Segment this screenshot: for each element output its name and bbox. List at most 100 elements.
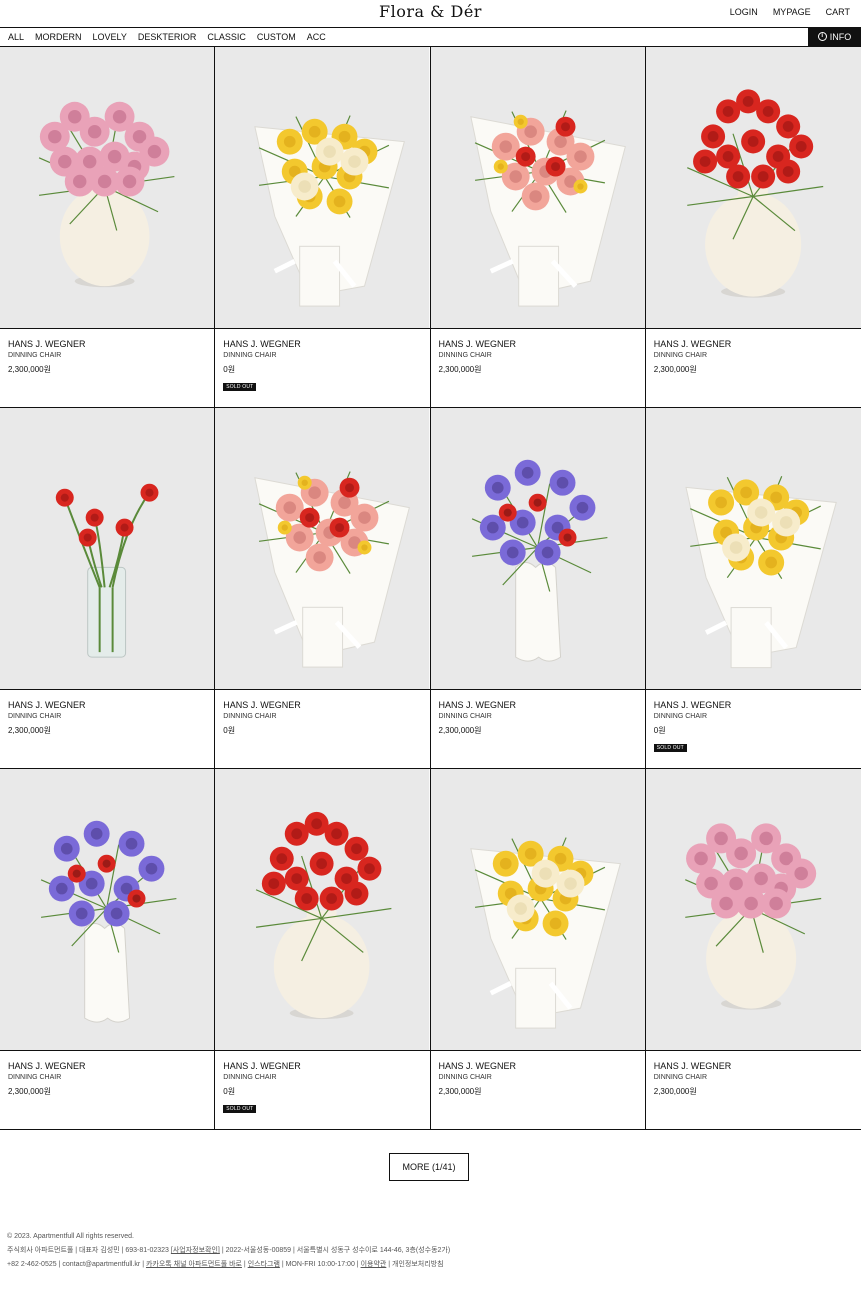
nav-item-deskterior[interactable]: DESKTERIOR (138, 32, 197, 42)
product-price: 2,300,000원 (653, 1087, 697, 1096)
footer-company-text: 주식회사 아파트먼트풀 | 대표자 김성민 | 693-81-02323 (7, 1247, 171, 1254)
product-price: 2,300,000원 (8, 1087, 51, 1096)
product-card[interactable]: HANS J. WEGNER DINNING CHAIR 2,300,000원 (0, 769, 216, 1130)
product-price: 0원 (223, 1087, 236, 1096)
product-info: HANS J. WEGNER DINNING CHAIR 0원 SOLD OUT (223, 1061, 301, 1115)
product-photo[interactable] (645, 408, 861, 690)
more-button[interactable]: MORE (1/41) (389, 1153, 469, 1181)
product-info: HANS J. WEGNER DINNING CHAIR 0원 SOLD OUT (223, 339, 301, 393)
product-image (0, 769, 215, 1050)
product-subtitle: DINNING CHAIR (223, 352, 277, 359)
product-card[interactable]: HANS J. WEGNER DINNING CHAIR 2,300,000원 (645, 47, 861, 408)
product-photo[interactable] (430, 408, 645, 690)
info-icon: i (817, 32, 827, 41)
cart-link[interactable]: CART (826, 7, 850, 17)
product-info: HANS J. WEGNER DINNING CHAIR 2,300,000원 (8, 700, 86, 736)
product-name[interactable]: HANS J. WEGNER (654, 700, 732, 710)
login-link[interactable]: LOGIN (730, 7, 758, 17)
product-photo[interactable] (645, 47, 861, 329)
product-card[interactable]: HANS J. WEGNER DINNING CHAIR 2,300,000원 (0, 408, 216, 769)
product-card[interactable]: HANS J. WEGNER DINNING CHAIR 2,300,000원 (430, 408, 646, 769)
product-info: HANS J. WEGNER DINNING CHAIR 2,300,000원 (439, 700, 517, 736)
nav-item-acc[interactable]: ACC (307, 32, 326, 42)
product-subtitle: DINNING CHAIR (438, 352, 492, 359)
terms-link[interactable]: 이용약관 (361, 1261, 387, 1268)
product-card[interactable]: HANS J. WEGNER DINNING CHAIR 2,300,000원 (645, 769, 861, 1130)
product-card[interactable]: HANS J. WEGNER DINNING CHAIR 0원 SOLD OUT (215, 47, 431, 408)
info-button-label: INFO (829, 31, 852, 42)
product-image (0, 47, 215, 328)
sold-out-badge: SOLD OUT (653, 744, 687, 752)
nav-item-mordern[interactable]: MORDERN (35, 32, 82, 42)
product-grid: HANS J. WEGNER DINNING CHAIR 2,300,000원 HAN… (0, 47, 861, 1130)
product-photo[interactable] (0, 47, 215, 329)
nav-item-classic[interactable]: CLASSIC (207, 32, 246, 42)
product-photo[interactable] (430, 47, 645, 329)
product-image (645, 47, 861, 328)
product-name[interactable]: HANS J. WEGNER (654, 1061, 732, 1071)
business-info-link[interactable]: [사업자정보확인] (171, 1247, 220, 1254)
product-name[interactable]: HANS J. WEGNER (8, 700, 86, 710)
product-price: 2,300,000원 (438, 1087, 482, 1096)
nav-item-custom[interactable]: CUSTOM (257, 32, 296, 42)
product-photo[interactable] (215, 47, 430, 329)
kakao-channel-link[interactable]: 카카오톡 채널 아파트먼트풀 바로 (146, 1261, 242, 1268)
product-photo[interactable] (0, 408, 215, 690)
product-photo[interactable] (645, 769, 861, 1051)
product-card[interactable]: HANS J. WEGNER DINNING CHAIR 2,300,000원 (0, 47, 216, 408)
product-photo[interactable] (430, 769, 645, 1051)
product-price: 2,300,000원 (438, 726, 482, 735)
footer-company-info: 주식회사 아파트먼트풀 | 대표자 김성민 | 693-81-02323 [사업… (7, 1244, 450, 1258)
product-image (215, 408, 430, 689)
product-name[interactable]: HANS J. WEGNER (439, 1061, 517, 1071)
product-card[interactable]: HANS J. WEGNER DINNING CHAIR 2,300,000원 (430, 47, 646, 408)
product-name[interactable]: HANS J. WEGNER (8, 1061, 86, 1071)
footer-contact-text: +82 2-462-0525 | contact@apartmentfull.k… (7, 1261, 146, 1268)
account-links: LOGIN MYPAGE CART (730, 7, 850, 17)
product-image (0, 408, 215, 689)
product-info: HANS J. WEGNER DINNING CHAIR 2,300,000원 (8, 1061, 86, 1097)
product-name[interactable]: HANS J. WEGNER (654, 339, 732, 349)
product-image (645, 408, 861, 689)
footer-copyright: © 2023. Apartmentfull All rights reserve… (7, 1233, 134, 1240)
product-info: HANS J. WEGNER DINNING CHAIR 2,300,000원 (654, 1061, 732, 1097)
product-image (645, 769, 861, 1050)
product-subtitle: DINNING CHAIR (653, 713, 708, 720)
sold-out-badge: SOLD OUT (223, 383, 257, 391)
product-subtitle: DINNING CHAIR (8, 1074, 62, 1081)
product-subtitle: DINNING CHAIR (223, 1074, 277, 1081)
product-name[interactable]: HANS J. WEGNER (8, 339, 86, 349)
product-photo[interactable] (0, 769, 215, 1051)
product-card[interactable]: HANS J. WEGNER DINNING CHAIR 2,300,000원 (430, 769, 646, 1130)
product-price: 0원 (223, 726, 236, 735)
product-card[interactable]: HANS J. WEGNER DINNING CHAIR 0원 SOLD OUT (645, 408, 861, 769)
product-name[interactable]: HANS J. WEGNER (223, 339, 301, 349)
product-image (215, 769, 430, 1050)
info-button[interactable]: i INFO (808, 27, 861, 46)
product-info: HANS J. WEGNER DINNING CHAIR 2,300,000원 (439, 339, 517, 375)
product-card[interactable]: HANS J. WEGNER DINNING CHAIR 0원 (215, 408, 431, 769)
product-photo[interactable] (215, 769, 430, 1051)
product-subtitle: DINNING CHAIR (223, 713, 277, 720)
footer-contact-info: +82 2-462-0525 | contact@apartmentfull.k… (7, 1258, 450, 1272)
product-subtitle: DINNING CHAIR (653, 1074, 708, 1081)
product-price: 2,300,000원 (8, 726, 51, 735)
product-image (430, 408, 645, 689)
product-name[interactable]: HANS J. WEGNER (439, 339, 517, 349)
nav-item-all[interactable]: ALL (8, 32, 24, 42)
privacy-policy-link[interactable]: | 개인정보처리방침 (386, 1261, 443, 1268)
product-price: 2,300,000원 (8, 365, 51, 374)
product-price: 2,300,000원 (653, 365, 697, 374)
product-card[interactable]: HANS J. WEGNER DINNING CHAIR 0원 SOLD OUT (215, 769, 431, 1130)
product-info: HANS J. WEGNER DINNING CHAIR 2,300,000원 (439, 1061, 517, 1097)
product-subtitle: DINNING CHAIR (438, 713, 492, 720)
product-photo[interactable] (215, 408, 430, 690)
instagram-link[interactable]: 인스타그램 (248, 1261, 280, 1268)
product-name[interactable]: HANS J. WEGNER (223, 1061, 301, 1071)
nav-item-lovely[interactable]: LOVELY (93, 32, 127, 42)
product-row: HANS J. WEGNER DINNING CHAIR 2,300,000원 HAN… (0, 769, 861, 1130)
product-name[interactable]: HANS J. WEGNER (223, 700, 301, 710)
product-name[interactable]: HANS J. WEGNER (439, 700, 517, 710)
product-subtitle: DINNING CHAIR (8, 352, 62, 359)
mypage-link[interactable]: MYPAGE (773, 7, 811, 17)
